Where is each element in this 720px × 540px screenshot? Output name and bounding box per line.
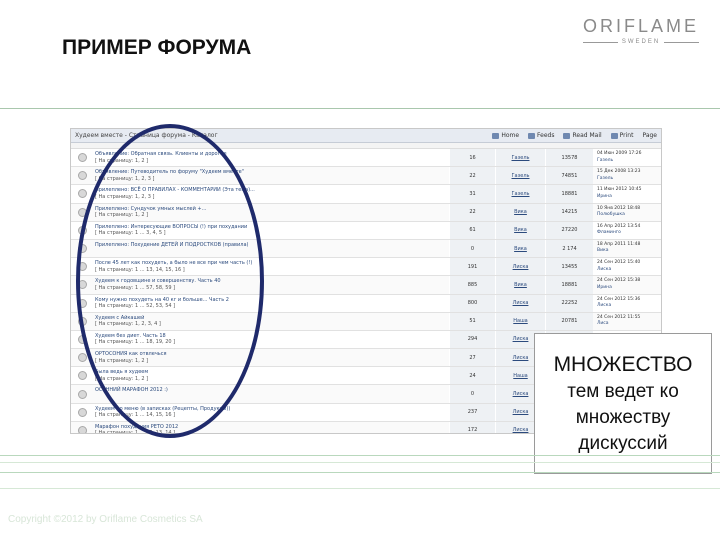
topic-replies: 22 xyxy=(449,203,495,221)
topic-views: 13455 xyxy=(545,258,593,276)
decor-line xyxy=(0,488,720,489)
home-icon xyxy=(492,132,500,139)
topic-last-post: 16 Апр 2012 13:54 Фламинго xyxy=(593,222,661,239)
topic-replies: 172 xyxy=(449,421,495,433)
topic-last-post: 04 Июн 2009 17:26 Газель xyxy=(593,149,661,166)
topic-last-post: 24 Сен 2012 11:55 Лиса xyxy=(593,313,661,330)
topic-views: 13578 xyxy=(545,149,593,167)
topic-last-post: 24 Сен 2012 15:40 Лиска xyxy=(593,258,661,275)
last-post-author[interactable]: Ирина xyxy=(597,194,657,201)
home-button[interactable]: Home xyxy=(492,132,519,139)
callout-line-4: дискуссий xyxy=(578,432,668,454)
last-post-author[interactable]: Лиска xyxy=(597,303,657,310)
print-icon xyxy=(610,132,618,139)
mail-icon xyxy=(563,132,571,139)
last-post-author[interactable]: Газель xyxy=(597,176,657,183)
logo-subtitle: SWEDEN xyxy=(583,39,699,45)
feeds-button[interactable]: Feeds xyxy=(528,132,554,139)
topic-status-icon xyxy=(71,149,93,166)
copyright-text: Copyright ©2012 by Oriflame Cosmetics SA xyxy=(8,514,203,525)
topic-views: 20781 xyxy=(545,312,593,330)
decor-line xyxy=(0,462,720,463)
topic-author-link[interactable]: Наша xyxy=(495,312,545,330)
topic-views: 27220 xyxy=(545,221,593,239)
topic-replies: 27 xyxy=(449,349,495,367)
topic-replies: 237 xyxy=(449,403,495,421)
topic-author-link[interactable]: Лиска xyxy=(495,294,545,312)
highlight-oval xyxy=(76,124,264,438)
topic-replies: 51 xyxy=(449,312,495,330)
topic-author-link[interactable]: Газель xyxy=(495,149,545,167)
topic-replies: 191 xyxy=(449,258,495,276)
last-post-author[interactable]: Лиса xyxy=(597,321,657,328)
callout-line-3: множеству xyxy=(575,406,671,428)
topic-last-post: 10 Янв 2012 18:48 Полюбушка xyxy=(593,204,661,221)
last-post-author[interactable]: Фламинго xyxy=(597,230,657,237)
feeds-icon xyxy=(528,132,536,139)
topic-author-link[interactable]: Газель xyxy=(495,185,545,203)
topic-views: 22252 xyxy=(545,294,593,312)
topic-replies: 0 xyxy=(449,385,495,403)
topic-status-icon xyxy=(71,167,93,184)
last-post-author[interactable]: Лиска xyxy=(597,267,657,274)
read-mail-button[interactable]: Read Mail xyxy=(563,132,602,139)
last-post-author[interactable]: Ирина xyxy=(597,285,657,292)
topic-author-link[interactable]: Вика xyxy=(495,239,545,258)
topic-last-post: 18 Апр 2011 11:48 Вика xyxy=(593,240,661,257)
slide-title: ПРИМЕР ФОРУМА xyxy=(62,36,252,59)
print-button[interactable]: Print xyxy=(610,132,633,139)
topic-replies: 31 xyxy=(449,185,495,203)
logo-wordmark: ORIFLAME xyxy=(583,16,700,36)
topic-author-link[interactable]: Газель xyxy=(495,167,545,185)
topic-last-post: 24 Сен 2012 15:36 Лиска xyxy=(593,295,661,312)
topic-author-link[interactable]: Вика xyxy=(495,203,545,221)
topic-status-icon xyxy=(71,367,93,384)
topic-last-post: 24 Сен 2012 15:38 Ирина xyxy=(593,276,661,293)
last-post-author[interactable]: Вика xyxy=(597,248,657,255)
topic-last-post: 15 Дек 2008 13:23 Газель xyxy=(593,167,661,184)
topic-author-link[interactable]: Лиска xyxy=(495,258,545,276)
topic-views: 2 174 xyxy=(545,239,593,258)
topic-author-link[interactable]: Вика xyxy=(495,221,545,239)
topic-views: 74851 xyxy=(545,167,593,185)
topic-last-post: 11 Июн 2012 10:45 Ирина xyxy=(593,185,661,202)
topic-status-icon xyxy=(71,385,93,402)
topic-replies: 294 xyxy=(449,330,495,349)
topic-replies: 24 xyxy=(449,367,495,385)
topic-replies: 800 xyxy=(449,294,495,312)
decor-line xyxy=(0,472,720,473)
topic-replies: 885 xyxy=(449,276,495,294)
topic-views: 18881 xyxy=(545,276,593,294)
page-button[interactable]: Page xyxy=(642,132,657,139)
last-post-author[interactable]: Полюбушка xyxy=(597,212,657,219)
topic-replies: 16 xyxy=(449,149,495,167)
logo-sub-text: SWEDEN xyxy=(621,39,661,45)
last-post-author[interactable]: Газель xyxy=(597,158,657,165)
topic-views: 14215 xyxy=(545,203,593,221)
topic-author-link[interactable]: Вика xyxy=(495,276,545,294)
topic-status-icon xyxy=(71,422,93,433)
topic-status-icon xyxy=(71,404,93,421)
topic-replies: 0 xyxy=(449,239,495,258)
oriflame-logo: ORIFLAME SWEDEN xyxy=(583,16,699,45)
topic-views: 18881 xyxy=(545,185,593,203)
callout-box: МНОЖЕСТВО тем ведет ко множеству дискусс… xyxy=(534,333,712,474)
callout-line-2: тем ведет ко xyxy=(567,380,679,402)
title-divider xyxy=(0,108,720,109)
topic-replies: 22 xyxy=(449,167,495,185)
topic-replies: 61 xyxy=(449,221,495,239)
decor-line xyxy=(0,455,720,456)
callout-line-1: МНОЖЕСТВО xyxy=(553,352,693,376)
